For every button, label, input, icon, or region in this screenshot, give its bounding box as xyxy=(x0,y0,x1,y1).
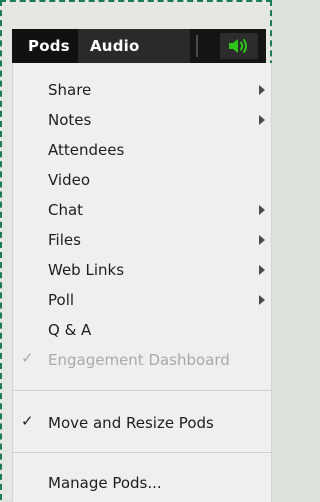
menu-item-label: Manage Pods... xyxy=(48,474,162,492)
menu-item-label: Attendees xyxy=(48,141,125,159)
speaker-button[interactable] xyxy=(220,33,258,59)
menu-divider xyxy=(13,390,271,391)
checkmark-icon: ✓ xyxy=(21,412,34,430)
submenu-arrow-icon xyxy=(259,115,265,125)
menu-item-label: Video xyxy=(48,171,91,189)
menu-item-web-links[interactable]: Web Links xyxy=(13,255,271,285)
menu-item-label: Notes xyxy=(48,111,92,129)
menu-bar: Pods Audio xyxy=(12,29,266,63)
menu-item-label: Share xyxy=(48,81,92,99)
speaker-icon xyxy=(229,39,247,53)
menu-item-share[interactable]: Share xyxy=(13,75,271,105)
menu-item-chat[interactable]: Chat xyxy=(13,195,271,225)
submenu-arrow-icon xyxy=(259,235,265,245)
submenu-arrow-icon xyxy=(259,85,265,95)
menu-item-label: Move and Resize Pods xyxy=(48,414,214,432)
menu-item-q-and-a[interactable]: Q & A xyxy=(13,315,271,345)
window-frame: Pods Audio Share Notes Attendees Video C… xyxy=(0,0,272,502)
menu-item-label: Q & A xyxy=(48,321,92,339)
menu-item-manage-pods[interactable]: Manage Pods... xyxy=(13,468,271,498)
menu-item-notes[interactable]: Notes xyxy=(13,105,271,135)
submenu-arrow-icon xyxy=(259,295,265,305)
menu-item-label: Files xyxy=(48,231,81,249)
menu-item-label: Poll xyxy=(48,291,75,309)
checkmark-icon: ✓ xyxy=(21,349,34,367)
menu-item-files[interactable]: Files xyxy=(13,225,271,255)
menu-pods[interactable]: Pods xyxy=(12,29,78,63)
submenu-arrow-icon xyxy=(259,205,265,215)
menu-divider xyxy=(13,452,271,453)
menu-item-label: Web Links xyxy=(48,261,125,279)
menu-item-poll[interactable]: Poll xyxy=(13,285,271,315)
menu-audio-label: Audio xyxy=(90,37,140,55)
menu-item-label: Chat xyxy=(48,201,84,219)
menu-audio[interactable]: Audio xyxy=(78,29,190,63)
pods-dropdown-menu: Share Notes Attendees Video Chat Files W… xyxy=(12,63,272,502)
menu-item-label: Engagement Dashboard xyxy=(48,351,230,369)
menubar-separator xyxy=(196,35,198,57)
menu-item-engagement-dashboard: ✓ Engagement Dashboard xyxy=(13,345,271,375)
menu-item-video[interactable]: Video xyxy=(13,165,271,195)
menu-item-attendees[interactable]: Attendees xyxy=(13,135,271,165)
menu-pods-label: Pods xyxy=(28,37,70,55)
submenu-arrow-icon xyxy=(259,265,265,275)
menu-item-move-and-resize-pods[interactable]: ✓ Move and Resize Pods xyxy=(13,408,271,438)
